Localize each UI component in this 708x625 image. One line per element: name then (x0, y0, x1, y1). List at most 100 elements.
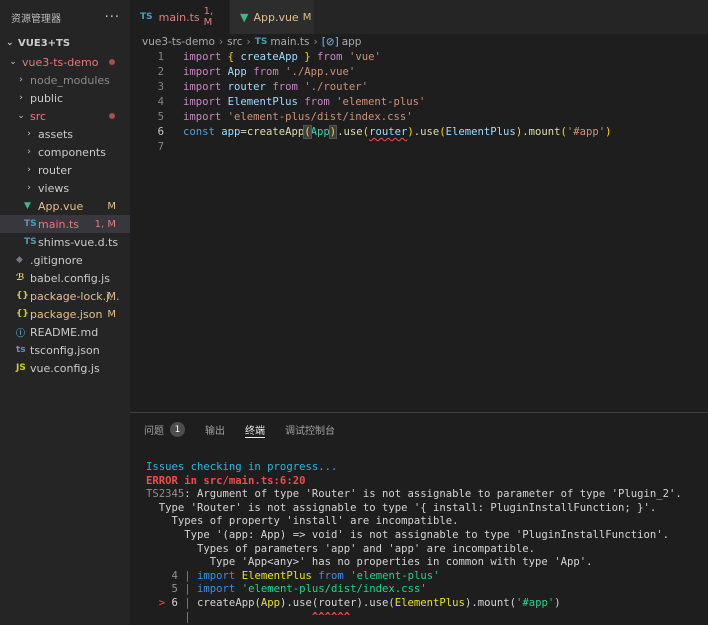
terminal-error-line: ERROR in src/main.ts:6:20 (146, 474, 306, 487)
chevron-down-icon: ⌄ (17, 111, 25, 121)
breadcrumb-item[interactable]: vue3-ts-demo (142, 36, 215, 48)
vue-icon: ▼ (240, 10, 249, 24)
folder-item[interactable]: › assets (0, 125, 130, 143)
code-text: import { createApp } from 'vue' (183, 51, 381, 63)
tab-problems[interactable]: 问题 1 (144, 413, 185, 446)
tree-item-label: router (38, 163, 72, 177)
chevron-right-icon: › (313, 36, 318, 48)
chevron-right-icon: › (27, 183, 31, 193)
chevron-right-icon: › (246, 36, 251, 48)
editor-tabs: TS main.ts 1, M ▼ App.vue M (130, 0, 708, 34)
chevron-right-icon: › (27, 147, 31, 157)
terminal-code-line: 4 | import ElementPlus from 'element-plu… (171, 569, 440, 582)
folder-item[interactable]: › views (0, 179, 130, 197)
terminal-line: Issues checking in progress... (146, 461, 338, 473)
terminal-code-line: > 6 | createApp(App).use(router).use(Ele… (146, 596, 561, 609)
problems-count-badge: 1 (170, 422, 185, 437)
tab-label: App.vue (253, 10, 299, 24)
code-line: 7 (130, 140, 708, 155)
tree-item-label: node_modules (30, 73, 110, 87)
file-item[interactable]: ts tsconfig.json (0, 341, 130, 359)
folder-item[interactable]: › node_modules (0, 71, 130, 89)
line-number: 6 (157, 126, 164, 138)
file-item[interactable]: ▼ App.vue M (0, 197, 130, 215)
line-number: 7 (157, 141, 164, 153)
file-tree: ⌄ vue3-ts-demo › node_modules › public ⌄ src › as… (0, 53, 130, 377)
info-icon: ⓘ (16, 328, 26, 339)
git-status-badge: 1, M (94, 218, 116, 230)
folder-item[interactable]: › public (0, 89, 130, 107)
tsconfig-icon: ts (16, 345, 26, 355)
tab-terminal[interactable]: 终端 (245, 413, 265, 446)
code-editor[interactable]: 1 import { createApp } from 'vue' 2 import… (130, 50, 708, 412)
file-item[interactable]: JS vue.config.js (0, 359, 130, 377)
code-line: 4 import ElementPlus from 'element-plus' (130, 95, 708, 110)
file-item[interactable]: {} package-lock.j... M (0, 287, 130, 305)
breadcrumb-item[interactable]: src (227, 36, 242, 48)
tab-app-vue[interactable]: ▼ App.vue M (230, 0, 315, 34)
tab-main-ts[interactable]: TS main.ts 1, M (130, 0, 230, 34)
terminal-line: Types of parameters 'app' and 'app' are … (146, 542, 536, 555)
code-line: 1 import { createApp } from 'vue' (130, 50, 708, 65)
explorer-title: 资源管理器 (11, 13, 61, 25)
error-marker: ^^^^^^ (311, 610, 351, 623)
folder-item[interactable]: ⌄ src (0, 107, 130, 125)
tab-label: 问题 (144, 426, 164, 437)
javascript-icon: JS (16, 363, 26, 373)
tree-item-label: tsconfig.json (30, 343, 100, 357)
code-text: import App from './App.vue' (183, 66, 356, 78)
breadcrumb-item[interactable]: app (342, 36, 362, 48)
explorer-sidebar: 资源管理器 ··· ⌄ VUE3+TS ⌄ vue3-ts-demo › node_m… (0, 0, 130, 625)
text-cursor (336, 125, 338, 139)
git-status-badge: M (107, 290, 116, 302)
json-icon: {} (16, 309, 29, 319)
code-text: const app=createApp(App).use(router).use… (183, 125, 612, 139)
tab-badge: 1, M (203, 6, 214, 28)
tree-item-label: views (38, 181, 70, 195)
chevron-right-icon: › (218, 36, 224, 48)
tree-item-label: vue.config.js (30, 361, 100, 375)
tab-output[interactable]: 输出 (205, 413, 225, 446)
babel-icon: ℬ (16, 273, 25, 283)
folder-item[interactable]: ⌄ vue3-ts-demo (0, 53, 130, 71)
chevron-right-icon: › (27, 129, 31, 139)
file-item[interactable]: ◆ .gitignore (0, 251, 130, 269)
panel-tabs: 问题 1 输出 终端 调试控制台 (130, 413, 708, 446)
file-item[interactable]: ⓘ README.md (0, 323, 130, 341)
file-item[interactable]: TS shims-vue.d.ts (0, 233, 130, 251)
code-line-current: 6 const app=createApp(App).use(router).us… (130, 125, 708, 140)
file-item[interactable]: {} package.json M (0, 305, 130, 323)
typescript-icon: TS (24, 219, 37, 229)
tree-item-label: main.ts (38, 217, 80, 231)
breadcrumb-item[interactable]: main.ts (270, 36, 309, 48)
terminal-output[interactable]: Issues checking in progress... ERROR in s… (146, 461, 706, 624)
line-number: 4 (157, 96, 164, 108)
line-number: 2 (157, 66, 164, 78)
tree-item-label: shims-vue.d.ts (38, 235, 119, 249)
tree-item-label: .gitignore (30, 253, 83, 267)
terminal-line: Type '(app: App) => void' is not assigna… (146, 528, 669, 541)
code-line: 2 import App from './App.vue' (130, 65, 708, 80)
terminal-line: Type 'App<any>' has no properties in com… (146, 556, 593, 569)
file-item[interactable]: TS main.ts 1, M (0, 215, 130, 233)
file-item[interactable]: ℬbabel.config.js (0, 269, 130, 287)
git-status-badge: M (107, 308, 116, 320)
tab-debug-console[interactable]: 调试控制台 (285, 413, 335, 446)
line-number: 5 (157, 111, 164, 123)
json-icon: {} (16, 291, 29, 301)
tree-item-label: assets (38, 127, 74, 141)
code-text: import router from './router' (183, 81, 369, 93)
folder-item[interactable]: › components (0, 143, 130, 161)
breadcrumb: vue3-ts-demo › src › TS main.ts › [⊘] ap… (130, 34, 361, 50)
workspace-root[interactable]: ⌄ VUE3+TS (0, 34, 130, 52)
folder-item[interactable]: › router (0, 161, 130, 179)
more-actions-icon[interactable]: ··· (105, 10, 120, 25)
tree-item-label: README.md (30, 325, 99, 339)
tree-item-label: public (30, 91, 64, 105)
explorer-header: 资源管理器 ··· (0, 0, 130, 34)
workspace-root-label: VUE3+TS (18, 37, 71, 49)
code-line: 3 import router from './router' (130, 80, 708, 95)
tree-item-label: babel.config.js (30, 271, 110, 285)
problem-dot-icon (109, 113, 115, 119)
vue-icon: ▼ (24, 201, 31, 211)
